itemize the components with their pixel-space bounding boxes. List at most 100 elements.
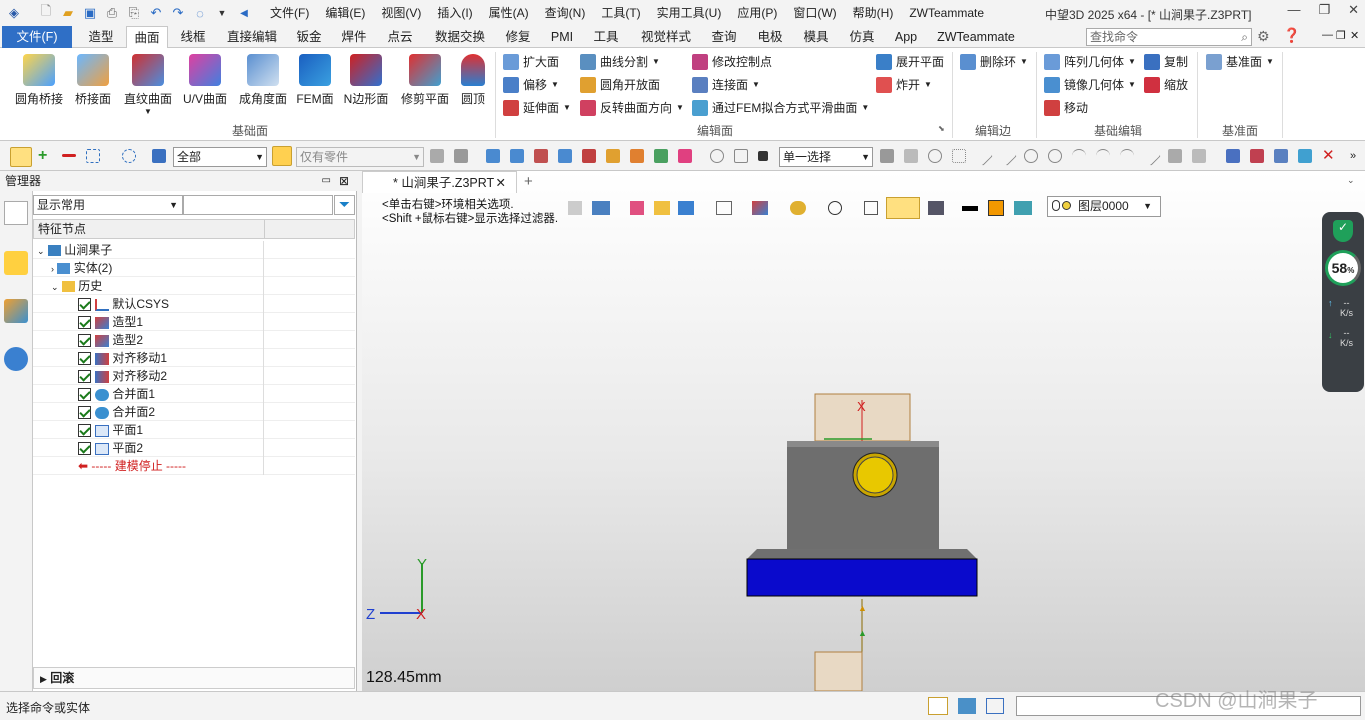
uv-surface-button[interactable]: U/V曲面	[180, 52, 230, 114]
base-plate[interactable]	[746, 558, 978, 597]
visibility-checkbox[interactable]	[78, 388, 91, 402]
dropdown-arrow-icon[interactable]: ▼	[652, 52, 660, 72]
tab-repair[interactable]: 修复	[498, 26, 538, 48]
ribbon-minimize-icon[interactable]: —	[1322, 29, 1333, 41]
redo-icon[interactable]: ↷	[168, 3, 188, 23]
tab-weldment[interactable]: 焊件	[334, 26, 374, 48]
filter-list-icon[interactable]	[152, 149, 166, 163]
model-canvas[interactable]: X ▲ ▲ Y Z X	[362, 171, 1365, 691]
tab-electrode[interactable]: 电极	[750, 26, 790, 48]
menu-view[interactable]: 视图(V)	[373, 0, 429, 26]
tree-item[interactable]: 对齐移动1	[33, 349, 355, 367]
minimize-icon[interactable]: —	[1287, 2, 1300, 18]
pick-face-icon[interactable]	[486, 149, 500, 163]
status-layout-icon[interactable]	[928, 697, 948, 715]
visibility-checkbox[interactable]	[78, 370, 91, 384]
connect-face-button[interactable]: 连接面 ▼	[692, 75, 760, 95]
extend-face-button[interactable]: 扩大面	[503, 52, 559, 72]
box-select-icon[interactable]	[86, 149, 100, 163]
menu-apps[interactable]: 应用(P)	[729, 0, 785, 26]
circle2-icon[interactable]	[1048, 149, 1062, 163]
cube-icon[interactable]	[1298, 149, 1312, 163]
curve-split-button[interactable]: 曲线分割 ▼	[580, 52, 660, 72]
arc-icon[interactable]	[1120, 149, 1134, 163]
unfold-plane-button[interactable]: 展开平面	[876, 52, 944, 72]
menu-attribute[interactable]: 属性(A)	[481, 0, 537, 26]
datum-plane-button[interactable]: 基准面 ▼	[1206, 52, 1274, 72]
dots-icon[interactable]	[952, 149, 966, 163]
ribbon-close-icon[interactable]: ✕	[1350, 29, 1359, 42]
tree-node-solids[interactable]: › 实体(2)	[33, 259, 355, 277]
group-expand-icon[interactable]: ⬊	[938, 124, 945, 133]
pick-point-icon[interactable]	[534, 149, 548, 163]
tree-node-root[interactable]: ⌄ 山涧果子	[33, 241, 355, 259]
help-icon[interactable]: ❓	[1283, 27, 1300, 44]
tree-item[interactable]: 对齐移动2	[33, 367, 355, 385]
dropdown-arrow-icon[interactable]: ▼	[924, 75, 932, 95]
pattern-geometry-button[interactable]: 阵列几何体 ▼	[1044, 52, 1136, 72]
line-icon[interactable]	[973, 146, 993, 166]
modify-control-point-button[interactable]: 修改控制点	[692, 52, 772, 72]
menu-utilities[interactable]: 实用工具(U)	[649, 0, 730, 26]
more-icon[interactable]: »	[1350, 149, 1364, 163]
stop-icon[interactable]	[758, 151, 768, 161]
visibility-checkbox[interactable]	[78, 334, 91, 348]
tab-modeling[interactable]: 造型	[80, 26, 122, 48]
expand-arrow-icon[interactable]: ▶	[40, 674, 47, 684]
tab-sheetmetal[interactable]: 钣金	[290, 26, 328, 48]
pick-arrow-icon[interactable]	[582, 149, 596, 163]
mirror-geometry-button[interactable]: 镜像几何体 ▼	[1044, 75, 1136, 95]
dome-button[interactable]: 圆顶	[456, 52, 490, 114]
print-icon[interactable]: ⎙	[102, 3, 122, 23]
stop-modeling-marker[interactable]: ⬅ ----- 建模停止 -----	[33, 457, 355, 475]
grid-icon[interactable]	[1226, 149, 1240, 163]
visibility-checkbox[interactable]	[78, 406, 91, 420]
ruled-surface-button[interactable]: 直纹曲面 ▼	[120, 52, 176, 116]
image-tab-icon[interactable]	[4, 299, 28, 323]
tab-pmi[interactable]: PMI	[544, 26, 580, 48]
search-icon[interactable]: ⌕	[1241, 29, 1248, 45]
curve-icon[interactable]	[1072, 149, 1086, 163]
settings-gear-icon[interactable]: ⚙	[1257, 28, 1270, 45]
fem-smooth-button[interactable]: 通过FEM拟合方式平滑曲面 ▼	[692, 98, 869, 118]
dropdown-arrow-icon[interactable]: ▼	[551, 75, 559, 95]
status-list-icon[interactable]	[986, 698, 1004, 714]
hat2-icon[interactable]	[1192, 149, 1206, 163]
ribbon-restore-icon[interactable]: ❐	[1336, 29, 1346, 42]
menu-query[interactable]: 查询(N)	[537, 0, 594, 26]
status-screen-icon[interactable]	[958, 698, 976, 714]
tree-node-history[interactable]: ⌄ 历史	[33, 277, 355, 295]
open-file-icon[interactable]: ▰	[58, 3, 78, 23]
bridge-face-button[interactable]: 桥接面	[70, 52, 116, 114]
explode-button[interactable]: 炸开 ▼	[876, 75, 932, 95]
tab-tools[interactable]: 工具	[588, 26, 624, 48]
delete-loop-button[interactable]: 删除环 ▼	[960, 52, 1028, 72]
scale-button[interactable]: 缩放	[1144, 75, 1188, 95]
visibility-checkbox[interactable]	[78, 316, 91, 330]
tree-search-input[interactable]	[183, 195, 333, 215]
menu-tools[interactable]: 工具(T)	[593, 0, 648, 26]
network-monitor-widget[interactable]: ✓ 58% ↑ -- K/s ↓ -- K/s	[1322, 212, 1364, 392]
wave-icon[interactable]	[1096, 149, 1110, 163]
save-icon[interactable]: ▣	[80, 3, 100, 23]
fem-face-button[interactable]: FEM面	[294, 52, 336, 114]
pick-edge-icon[interactable]	[510, 149, 524, 163]
copy-button[interactable]: 复制	[1144, 52, 1188, 72]
filter-lock-icon[interactable]	[454, 149, 468, 163]
bottom-block[interactable]	[814, 651, 863, 691]
hat-icon[interactable]	[1168, 149, 1182, 163]
menu-edit[interactable]: 编辑(E)	[317, 0, 373, 26]
dropdown-arrow-icon[interactable]: ▼	[676, 98, 684, 118]
collapse-arrow-icon[interactable]: ⌄	[37, 246, 45, 256]
tab-query[interactable]: 查询	[704, 26, 744, 48]
menu-teammate[interactable]: ZWTeammate	[901, 0, 992, 26]
feature-tree-tab-icon[interactable]	[4, 201, 28, 225]
tree-item[interactable]: 平面2	[33, 439, 355, 457]
pick-curve-icon[interactable]	[558, 149, 572, 163]
3d-viewport[interactable]: * 山涧果子.Z3PRT ✕ + ⌄ <单击右键>环境相关选项. <Shift +…	[362, 171, 1365, 691]
grid2-icon[interactable]	[1250, 149, 1264, 163]
clock-icon[interactable]	[710, 149, 724, 163]
tab-visual-style[interactable]: 视觉样式	[634, 26, 698, 48]
new-file-icon[interactable]: 🗋	[36, 3, 56, 23]
tree-item[interactable]: 造型2	[33, 331, 355, 349]
